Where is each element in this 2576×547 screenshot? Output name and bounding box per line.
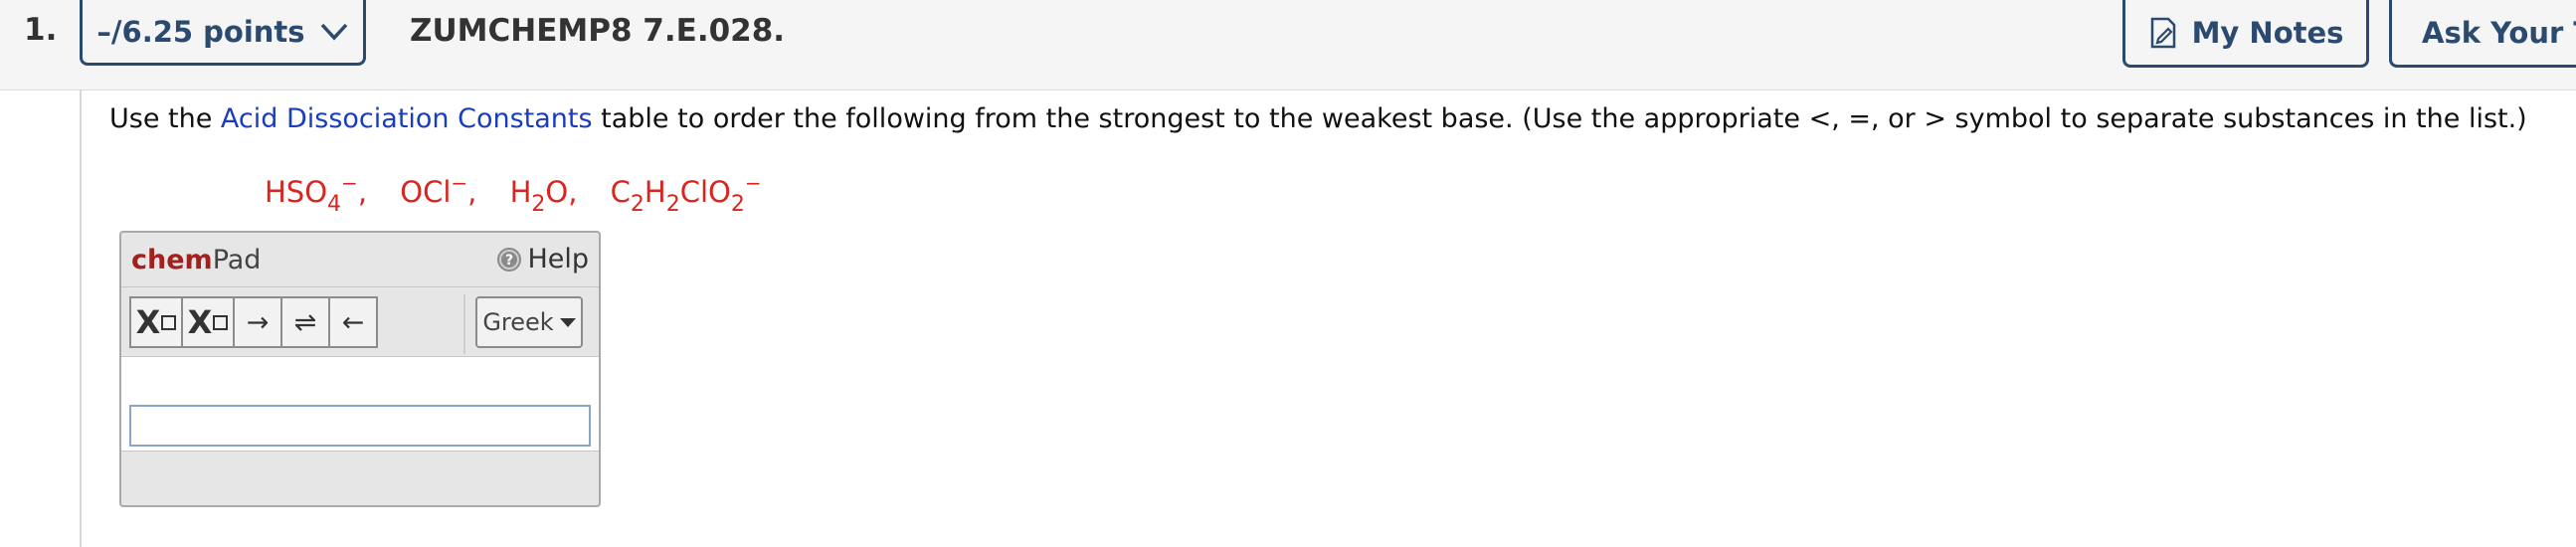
- arrow-left-button[interactable]: ←: [328, 296, 378, 348]
- question-prompt: Use the Acid Dissociation Constants tabl…: [109, 103, 2527, 134]
- chempad-help-button[interactable]: ? Help: [495, 244, 589, 274]
- chempad-header: chemPad ? Help: [121, 233, 599, 287]
- ask-your-teacher-button[interactable]: Ask Your Te: [2389, 0, 2576, 68]
- superscript-button[interactable]: X: [181, 296, 235, 348]
- chevron-down-icon: [320, 23, 347, 41]
- chempad-widget: chemPad ? Help X X → ⇌ ← Greek: [119, 231, 601, 507]
- question-code: ZUMCHEMP8 7.E.028.: [410, 13, 786, 49]
- caret-down-icon: [559, 317, 576, 327]
- greek-label: Greek: [482, 308, 554, 336]
- my-notes-label: My Notes: [2191, 15, 2344, 50]
- species-h2o: H2O,: [509, 175, 578, 217]
- species-c2h2clo2: C2H2ClO2−: [610, 171, 762, 217]
- equilibrium-arrow-icon: ⇌: [293, 306, 317, 338]
- species-hso4: HSO4−,: [265, 171, 368, 217]
- species-list: HSO4−, OCl−, H2O, C2H2ClO2−: [265, 171, 762, 217]
- question-number: 1.: [24, 12, 58, 48]
- subscript-button[interactable]: X: [129, 296, 183, 348]
- my-notes-button[interactable]: My Notes: [2122, 0, 2369, 68]
- help-icon: ?: [497, 247, 522, 272]
- prompt-text-before: Use the: [109, 103, 221, 134]
- points-dropdown-button[interactable]: –/6.25 points: [80, 0, 366, 66]
- svg-text:?: ?: [505, 253, 513, 269]
- note-icon: [2150, 17, 2175, 48]
- arrow-right-icon: →: [246, 306, 270, 338]
- arrow-left-icon: ←: [341, 306, 365, 338]
- acid-dissociation-constants-link[interactable]: Acid Dissociation Constants: [221, 103, 593, 134]
- prompt-text-after: table to order the following from the st…: [592, 103, 2527, 134]
- question-header: 1. –/6.25 points ZUMCHEMP8 7.E.028. My N…: [0, 0, 2576, 91]
- help-label: Help: [527, 244, 589, 274]
- chempad-answer-input[interactable]: [129, 405, 591, 447]
- chempad-input-area: [121, 356, 599, 452]
- species-ocl: OCl−,: [400, 171, 477, 209]
- toolbar-divider: [463, 294, 465, 354]
- points-label: –/6.25 points: [96, 14, 305, 49]
- equilibrium-arrow-button[interactable]: ⇌: [280, 296, 330, 348]
- greek-dropdown[interactable]: Greek: [475, 296, 583, 348]
- ask-teacher-label: Ask Your Te: [2422, 15, 2576, 50]
- question-left-border: [80, 90, 82, 547]
- arrow-right-button[interactable]: →: [233, 296, 282, 348]
- chempad-title: chemPad: [131, 245, 262, 275]
